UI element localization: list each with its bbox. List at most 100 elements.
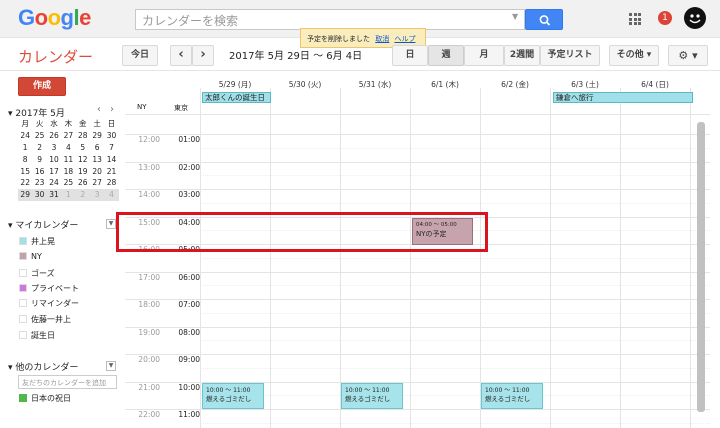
time-label-tokyo: 03:00 — [178, 190, 200, 199]
time-label-tokyo: 08:00 — [178, 327, 200, 337]
day-header[interactable]: 6/2 (金) — [480, 79, 550, 90]
grid-row-line — [125, 326, 710, 328]
calendar-item[interactable]: ゴーズ — [19, 268, 55, 279]
search-input[interactable]: カレンダーを検索 — [135, 9, 525, 30]
highlight-annotation-box — [116, 212, 488, 252]
other-calendars-menu-icon[interactable]: ▼ — [106, 361, 116, 371]
settings-gear-icon[interactable]: ⚙ ▾ — [668, 45, 708, 66]
event-title: 燃えるゴミだし — [485, 395, 531, 403]
day-header[interactable]: 5/29 (月) — [200, 79, 270, 90]
time-label-ny: 22:00 — [138, 410, 160, 419]
time-label-tokyo: 10:00 — [178, 382, 200, 392]
grid-halfhour-line — [200, 340, 710, 342]
grid-row-line — [125, 299, 710, 300]
calendar-item[interactable]: リマインダー — [19, 298, 79, 309]
search-options-icon[interactable]: ▼ — [512, 12, 518, 21]
grid-row-line — [125, 134, 710, 135]
grid-halfhour-line — [200, 285, 710, 287]
toast-message: 予定を削除しました — [307, 35, 370, 43]
create-button[interactable]: 作成 — [18, 77, 66, 96]
calendar-color-swatch — [19, 252, 27, 260]
mini-weekday-row: 月火水木金土日 — [21, 119, 116, 129]
my-calendars-header[interactable]: ▾ マイカレンダー — [8, 218, 78, 231]
calendar-event[interactable]: 10:00 ～ 11:00 燃えるゴミだし — [341, 383, 403, 409]
tz-ny-label: NY — [137, 103, 147, 111]
view-week-button[interactable]: 週 — [428, 45, 464, 66]
my-calendars-menu-icon[interactable]: ▼ — [106, 219, 116, 229]
time-label-ny: 12:00 — [138, 135, 160, 144]
view-month-button[interactable]: 月 — [464, 45, 504, 66]
grid-halfhour-line — [200, 147, 710, 149]
calendar-item[interactable]: 誕生日 — [19, 330, 55, 341]
apps-grid-icon[interactable] — [629, 13, 641, 25]
mini-week-row: 15 16 17 18 19 20 21 — [20, 166, 117, 176]
time-label-tokyo: 06:00 — [178, 272, 200, 282]
header-divider — [0, 70, 720, 71]
mini-week-row: 24 25 26 27 28 29 30 — [20, 131, 117, 141]
time-label-tokyo: 07:00 — [178, 300, 200, 309]
other-calendars-header[interactable]: ▾ 他のカレンダー — [8, 360, 78, 373]
grid-row-line — [125, 354, 710, 355]
grid-row-line — [125, 161, 710, 163]
mini-week-row: 1234567 — [22, 142, 114, 152]
avatar-face-icon — [689, 14, 701, 24]
google-logo[interactable]: Google — [18, 5, 91, 31]
allday-event[interactable]: 鎌倉へ旅行 — [553, 92, 693, 103]
today-button[interactable]: 今日 — [122, 45, 158, 66]
grid-halfhour-line — [200, 422, 710, 424]
time-label-ny: 20:00 — [138, 355, 160, 364]
calendar-item[interactable]: 日本の祝日 — [19, 393, 71, 404]
time-label-ny: 18:00 — [138, 300, 160, 309]
vertical-scrollbar[interactable] — [697, 122, 705, 412]
calendar-color-swatch — [19, 284, 27, 292]
calendar-color-swatch — [19, 299, 27, 307]
undo-link[interactable]: 取消 — [375, 35, 389, 43]
grid-halfhour-line — [200, 312, 710, 314]
day-header[interactable]: 6/3 (土) — [550, 79, 620, 90]
day-header[interactable]: 6/4 (日) — [620, 79, 690, 90]
more-menu-button[interactable]: その他 ▾ — [609, 45, 659, 66]
calendar-item[interactable]: 井上晃 — [19, 236, 55, 247]
grid-halfhour-line — [200, 367, 710, 369]
mini-next-icon[interactable]: › — [110, 104, 114, 115]
view-day-button[interactable]: 日 — [392, 45, 428, 66]
grid-halfhour-line — [200, 395, 710, 397]
view-agenda-button[interactable]: 予定リスト — [540, 45, 600, 66]
calendar-item[interactable]: プライベート — [19, 283, 79, 294]
grid-halfhour-line — [200, 175, 710, 177]
view-2week-button[interactable]: 2週間 — [504, 45, 540, 66]
search-button[interactable] — [525, 9, 563, 30]
grid-row-line — [125, 114, 710, 115]
tz-tokyo-label: 東京 — [174, 104, 188, 112]
mini-calendar: 月火水木金土日 24 25 26 27 28 29 30 1234567 8 9 10 11 12 1… — [18, 118, 119, 201]
calendar-item[interactable]: 佐藤一井上 — [19, 314, 71, 325]
grid-row-line — [125, 189, 710, 190]
avatar[interactable] — [684, 7, 706, 29]
day-header[interactable]: 5/30 (火) — [270, 79, 340, 90]
time-label-ny: 21:00 — [138, 382, 160, 392]
mini-week-row-current: 29 30 31 1 2 3 4 — [18, 188, 119, 201]
help-link[interactable]: ヘルプ — [394, 35, 415, 43]
event-title: 燃えるゴミだし — [206, 395, 252, 403]
add-friend-calendar-input[interactable]: 友だちのカレンダーを追加 — [18, 375, 117, 389]
notification-badge[interactable]: 1 — [658, 11, 672, 25]
prev-week-button[interactable]: ‹ — [170, 45, 192, 66]
calendar-item[interactable]: NY — [19, 252, 42, 261]
app-title: カレンダー — [18, 48, 94, 66]
event-time: 10:00 ～ 11:00 — [345, 387, 390, 394]
time-label-ny: 17:00 — [138, 272, 160, 282]
calendar-color-swatch — [19, 331, 27, 339]
time-label-tokyo: 01:00 — [178, 135, 200, 144]
calendar-event[interactable]: 10:00 ～ 11:00 燃えるゴミだし — [481, 383, 543, 409]
day-header[interactable]: 6/1 (木) — [410, 79, 480, 90]
next-week-button[interactable]: › — [192, 45, 214, 66]
calendar-color-swatch — [19, 237, 27, 245]
mini-prev-icon[interactable]: ‹ — [97, 104, 101, 115]
time-label-ny: 13:00 — [138, 162, 160, 172]
calendar-event[interactable]: 10:00 ～ 11:00 燃えるゴミだし — [202, 383, 264, 409]
event-time: 10:00 ～ 11:00 — [206, 387, 251, 394]
date-range: 2017年 5月 29日 ～ 6月 4日 — [229, 51, 363, 62]
allday-event[interactable]: 太郎くんの誕生日 — [202, 92, 271, 103]
day-header[interactable]: 5/31 (水) — [340, 79, 410, 90]
event-time: 10:00 ～ 11:00 — [485, 387, 530, 394]
